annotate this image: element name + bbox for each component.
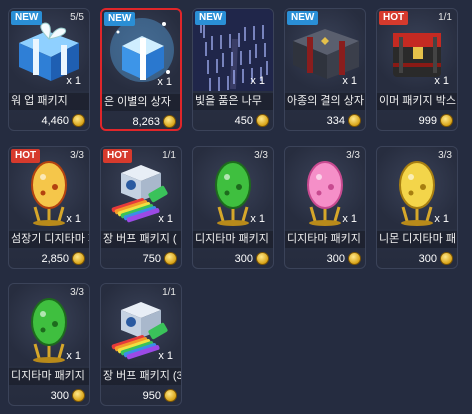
coin-icon — [164, 389, 177, 402]
coin-icon — [72, 252, 85, 265]
quantity-label: x 1 — [250, 75, 265, 87]
shop-item-card[interactable]: HOT 1/1 x 1 이머 패키지 박스 999 — [376, 8, 458, 131]
item-name: 디지타마 패키지 — [9, 368, 89, 385]
new-badge: NEW — [195, 11, 227, 25]
item-name: 워 업 패키지 — [9, 93, 89, 110]
item-price: 300 — [234, 253, 253, 265]
item-price: 2,850 — [41, 253, 69, 265]
stock-count: 3/3 — [70, 150, 84, 161]
coin-icon — [440, 252, 453, 265]
item-name: 이머 패키지 박스 — [377, 93, 457, 110]
shop-item-card[interactable]: 3/3 x 1 니몬 디지타마 패 300 — [376, 146, 458, 269]
quantity-label: x 1 — [157, 76, 172, 88]
coin-icon — [72, 389, 85, 402]
shop-item-card[interactable]: NEW 5/5 x 1 워 업 패키지 4,460 — [8, 8, 90, 131]
new-badge: NEW — [104, 12, 136, 26]
new-badge: NEW — [11, 11, 43, 25]
item-price: 334 — [326, 115, 345, 127]
coin-icon — [348, 252, 361, 265]
item-name: 니몬 디지타마 패 — [377, 231, 457, 248]
item-name: 디지타마 패키지 — [193, 231, 273, 248]
shop-item-card[interactable]: HOT 1/1 x 1 장 버프 패키지 ( 750 — [100, 146, 182, 269]
quantity-label: x 1 — [434, 213, 449, 225]
new-badge: NEW — [287, 11, 319, 25]
item-price: 300 — [50, 390, 69, 402]
item-price: 4,460 — [41, 115, 69, 127]
stock-count: 3/3 — [70, 287, 84, 298]
stock-count: 3/3 — [438, 150, 452, 161]
item-name: 장 버프 패키지 (3 — [101, 368, 181, 385]
quantity-label: x 1 — [434, 75, 449, 87]
item-price: 999 — [418, 115, 437, 127]
stock-count: 5/5 — [70, 12, 84, 23]
stock-count: 1/1 — [162, 287, 176, 298]
stock-count: 3/3 — [346, 150, 360, 161]
stock-count: 3/3 — [254, 150, 268, 161]
item-name: 빛을 품은 나무 — [193, 93, 273, 110]
quantity-label: x 1 — [66, 350, 81, 362]
item-price: 8,263 — [132, 116, 160, 128]
shop-item-card[interactable]: 3/3 x 1 디지타마 패키지 300 — [8, 283, 90, 406]
quantity-label: x 1 — [342, 213, 357, 225]
shop-item-card[interactable]: 3/3 x 1 디지타마 패키지 300 — [192, 146, 274, 269]
item-price: 300 — [418, 253, 437, 265]
item-price: 950 — [142, 390, 161, 402]
quantity-label: x 1 — [158, 350, 173, 362]
hot-badge: HOT — [11, 149, 41, 163]
item-price: 300 — [326, 253, 345, 265]
hot-badge: HOT — [379, 11, 409, 25]
item-name: 은 이별의 상자 — [102, 94, 180, 111]
shop-item-card[interactable]: NEW x 1 아종의 결의 상자 334 — [284, 8, 366, 131]
quantity-label: x 1 — [158, 213, 173, 225]
coin-icon — [256, 114, 269, 127]
item-price: 450 — [234, 115, 253, 127]
stock-count: 1/1 — [438, 12, 452, 23]
quantity-label: x 1 — [342, 75, 357, 87]
shop-item-card[interactable]: 1/1 x 1 장 버프 패키지 (3 950 — [100, 283, 182, 406]
coin-icon — [348, 114, 361, 127]
item-name: 장 버프 패키지 ( — [101, 231, 181, 248]
shop-item-card[interactable]: 3/3 x 1 디지타마 패키지 300 — [284, 146, 366, 269]
shop-item-card[interactable]: NEW x 1 빛을 품은 나무 450 — [192, 8, 274, 131]
shop-item-card[interactable]: NEW x 1 은 이별의 상자 8,263 — [100, 8, 182, 131]
coin-icon — [72, 114, 85, 127]
item-price: 750 — [142, 253, 161, 265]
coin-icon — [256, 252, 269, 265]
hot-badge: HOT — [103, 149, 133, 163]
item-name: 섬장기 디지타마 패 — [9, 231, 89, 248]
stock-count: 1/1 — [162, 150, 176, 161]
item-name: 아종의 결의 상자 — [285, 93, 365, 110]
shop-item-card[interactable]: HOT 3/3 x 1 섬장기 디지타마 패 2,850 — [8, 146, 90, 269]
coin-icon — [440, 114, 453, 127]
coin-icon — [163, 115, 176, 128]
coin-icon — [164, 252, 177, 265]
quantity-label: x 1 — [66, 213, 81, 225]
quantity-label: x 1 — [66, 75, 81, 87]
quantity-label: x 1 — [250, 213, 265, 225]
item-name: 디지타마 패키지 — [285, 231, 365, 248]
